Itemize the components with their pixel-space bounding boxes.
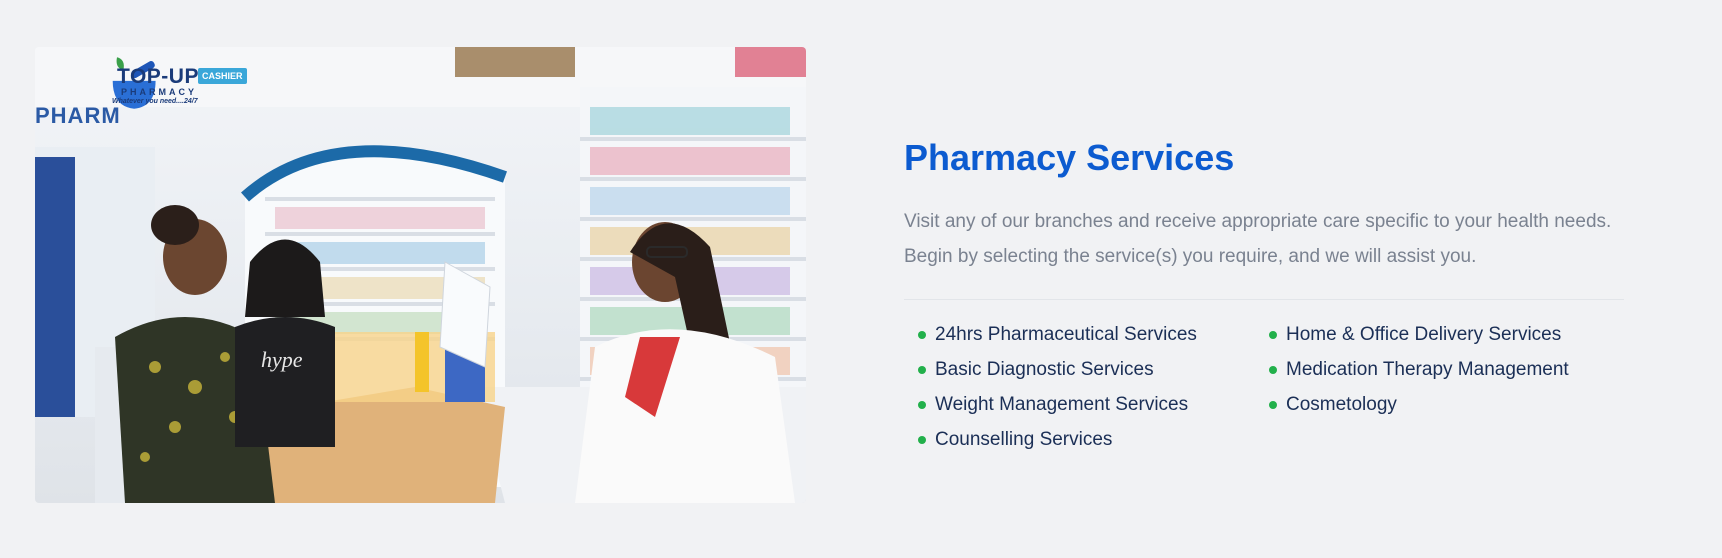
svg-text:hype: hype <box>261 347 303 372</box>
service-label: Weight Management Services <box>935 393 1189 415</box>
services-list: 24hrs Pharmaceutical Services Home & Off… <box>918 317 1628 457</box>
bullet-dot-icon <box>918 365 926 374</box>
service-item-basic-diagnostic: Basic Diagnostic Services <box>918 352 1269 387</box>
bullet-dot-icon <box>1269 365 1277 374</box>
service-item-medication-therapy: Medication Therapy Management <box>1269 352 1620 387</box>
bullet-dot-icon <box>918 435 926 444</box>
service-item-weight-management: Weight Management Services <box>918 387 1269 422</box>
service-label: Home & Office Delivery Services <box>1286 323 1562 345</box>
section-description: Visit any of our branches and receive ap… <box>904 211 1612 267</box>
cashier-sign: CASHIER <box>198 68 247 84</box>
pharm-wall-sign: PHARM <box>35 103 121 128</box>
service-label: Basic Diagnostic Services <box>935 358 1154 380</box>
logo-tagline: Whatever you need....24/7 <box>112 98 198 105</box>
service-label: 24hrs Pharmaceutical Services <box>935 323 1197 345</box>
bullet-dot-icon <box>1269 400 1277 409</box>
service-item-counselling: Counselling Services <box>918 422 1269 457</box>
service-item-24hrs-pharmaceutical: 24hrs Pharmaceutical Services <box>918 317 1269 352</box>
service-item-home-office-delivery: Home & Office Delivery Services <box>1269 317 1620 352</box>
divider <box>904 299 1624 300</box>
logo-subtitle: PHARMACY <box>121 87 198 97</box>
pharmacy-scene-illustration: hype <box>35 47 806 503</box>
pharmacy-photo: hype TOP-UP PHARMACY Whatever you need..… <box>35 47 806 503</box>
bullet-dot-icon <box>918 400 926 409</box>
bullet-dot-icon <box>918 330 926 339</box>
bullet-dot-icon <box>1269 330 1277 339</box>
page-title: Pharmacy Services <box>904 137 1235 178</box>
service-item-cosmetology: Cosmetology <box>1269 387 1620 422</box>
service-label: Cosmetology <box>1286 393 1397 415</box>
logo-title: TOP-UP <box>117 65 199 88</box>
service-label: Medication Therapy Management <box>1286 358 1569 380</box>
service-label: Counselling Services <box>935 428 1113 450</box>
